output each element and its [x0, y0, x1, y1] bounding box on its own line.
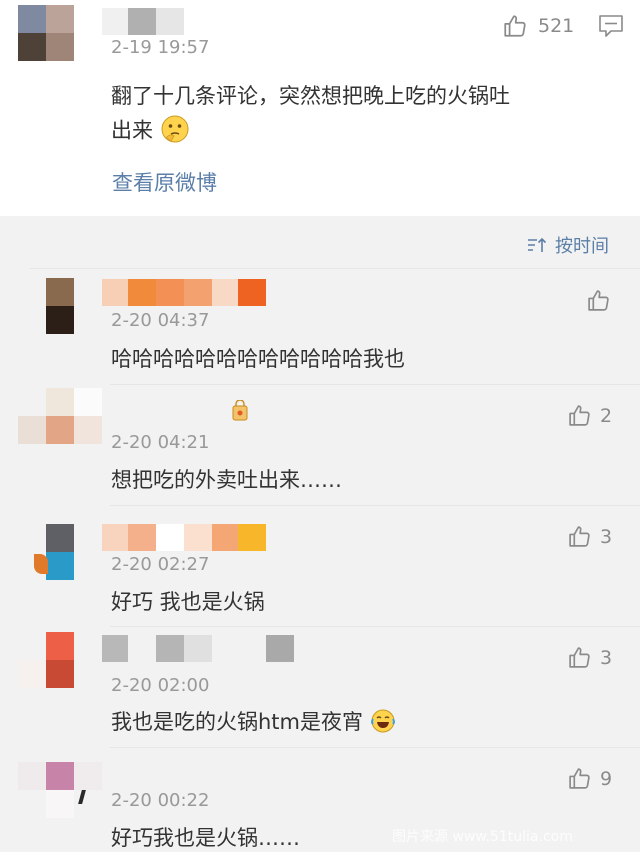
sort-toggle[interactable]: 按时间	[527, 232, 609, 258]
reply-timestamp: 2-20 00:22	[111, 790, 210, 811]
reply-timestamp: 2-20 02:27	[111, 554, 210, 575]
like-count: 3	[600, 525, 613, 548]
reply-text: 好巧 我也是火锅	[111, 590, 265, 614]
avatar[interactable]	[46, 524, 74, 580]
like-count: 9	[600, 767, 613, 790]
reply-timestamp: 2-20 04:21	[111, 432, 210, 453]
thinking-face-emoji	[160, 114, 190, 149]
thumbs-up-icon	[588, 290, 609, 311]
thumbs-up-icon	[504, 15, 526, 37]
avatar-badge	[34, 554, 48, 574]
username[interactable]	[102, 635, 294, 662]
sort-label: 按时间	[555, 236, 609, 257]
comment-timestamp: 2-19 19:57	[111, 37, 210, 58]
reply-text: 我也是吃的火锅htm是夜宵	[111, 706, 396, 739]
reply-item: 2-20 02:27 3 好巧 我也是火锅	[0, 506, 640, 626]
thumbs-up-icon	[569, 768, 590, 789]
user-badge-icon	[231, 399, 249, 426]
reply-text: 想把吃的外卖吐出来……	[111, 468, 342, 492]
avatar[interactable]	[18, 632, 102, 688]
reply-button[interactable]	[598, 14, 624, 42]
like-button[interactable]: 2	[567, 403, 612, 428]
sort-icon	[528, 237, 547, 252]
reply-timestamp: 2-20 04:37	[111, 310, 210, 331]
reply-item: 2-20 04:21 2 想把吃的外卖吐出来……	[0, 385, 640, 505]
laughing-crying-emoji	[370, 708, 396, 739]
reply-timestamp: 2-20 02:00	[111, 675, 210, 696]
like-button[interactable]: 9	[567, 766, 612, 791]
avatar[interactable]	[18, 5, 74, 61]
like-button[interactable]	[586, 288, 611, 313]
divider	[30, 268, 640, 269]
comment-text-line-2-label: 出来	[111, 118, 153, 143]
thumbs-up-icon	[569, 526, 590, 547]
username[interactable]	[102, 8, 184, 35]
like-button[interactable]: 3	[567, 645, 612, 670]
username[interactable]	[102, 524, 266, 551]
thumbs-up-icon	[569, 647, 590, 668]
comment-icon	[599, 15, 623, 37]
like-count: 2	[600, 404, 613, 427]
comment-text-line-1: 翻了十几条评论，突然想把晚上吃的火锅吐	[111, 84, 510, 108]
like-button[interactable]: 521	[502, 13, 574, 39]
comment-text-line-2: 出来	[111, 114, 190, 149]
reply-item: 2-20 04:37 哈哈哈哈哈哈哈哈哈哈哈哈我也	[0, 270, 640, 384]
reply-text-label: 我也是吃的火锅htm是夜宵	[111, 710, 363, 734]
like-button[interactable]: 3	[567, 524, 612, 549]
reply-item: 2-20 02:00 3 我也是吃的火锅htm是夜宵	[0, 627, 640, 747]
avatar[interactable]	[18, 388, 102, 444]
like-count: 3	[600, 646, 613, 669]
watermark: 图片来源 www.51tulia.com	[392, 829, 573, 845]
main-comment-card: 2-19 19:57 521 翻了十几条评论，突然想把晚上吃的火锅吐 出来 查看…	[0, 0, 640, 216]
reply-text: 哈哈哈哈哈哈哈哈哈哈哈哈我也	[111, 347, 405, 371]
avatar[interactable]	[18, 762, 102, 818]
thumbs-up-icon	[569, 405, 590, 426]
reply-text: 好巧我也是火锅……	[111, 826, 300, 850]
username[interactable]	[102, 279, 266, 306]
like-count: 521	[538, 15, 575, 37]
view-original-link[interactable]: 查看原微博	[112, 167, 217, 197]
avatar[interactable]	[46, 278, 74, 334]
